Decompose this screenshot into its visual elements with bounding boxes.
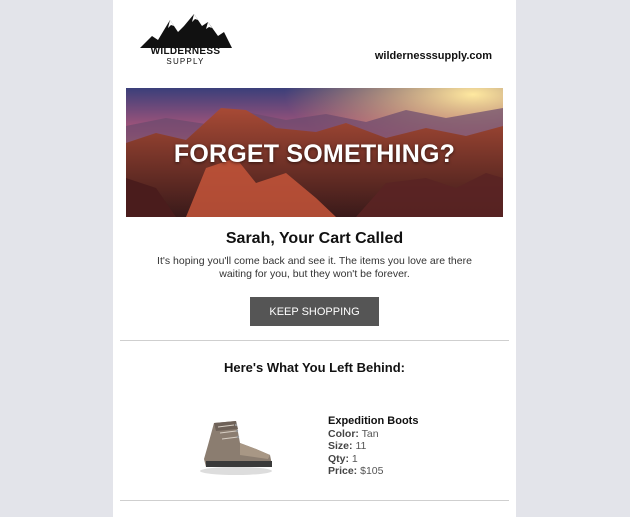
body-text: It's hoping you'll come back and see it.…: [157, 255, 472, 280]
color-label: Color:: [328, 427, 359, 440]
email-container: WILDERNESS SUPPLY wildernesssupply.com F…: [113, 0, 516, 517]
price-value: $105: [360, 465, 384, 477]
mountain-logo-icon: [140, 14, 232, 48]
product-image[interactable]: [196, 415, 278, 477]
product-info: Expedition Boots Color: Tan Size: 11 Qty…: [328, 415, 418, 478]
keep-shopping-button[interactable]: KEEP SHOPPING: [250, 297, 379, 326]
size-value: 11: [355, 440, 367, 452]
product-qty-row: Qty: 1: [328, 453, 418, 466]
size-label: Size:: [328, 440, 353, 452]
section-title: Here's What You Left Behind:: [223, 360, 405, 375]
qty-value: 1: [351, 452, 358, 465]
hiking-boot-icon: [200, 421, 272, 475]
product-price-row: Price: $105: [328, 465, 418, 478]
brand-logo[interactable]: WILDERNESS SUPPLY: [138, 12, 233, 68]
headline: Sarah, Your Cart Called: [225, 230, 404, 247]
price-label: Price:: [328, 465, 358, 477]
product-size-row: Size: 11: [328, 440, 418, 453]
color-value: Tan: [361, 427, 379, 440]
site-link[interactable]: wildernesssupply.com: [375, 50, 492, 62]
logo-subtitle: SUPPLY: [166, 57, 205, 66]
logo-wordmark: WILDERNESS: [150, 46, 221, 57]
qty-label: Qty:: [328, 452, 349, 465]
divider: [120, 340, 509, 341]
hero-banner[interactable]: FORGET SOMETHING?: [126, 88, 503, 217]
divider: [120, 500, 509, 501]
hero-title: FORGET SOMETHING?: [173, 140, 456, 168]
product-color-row: Color: Tan: [328, 428, 418, 441]
logo-text: WILDERNESS SUPPLY: [138, 47, 233, 66]
product-name[interactable]: Expedition Boots: [328, 415, 418, 428]
